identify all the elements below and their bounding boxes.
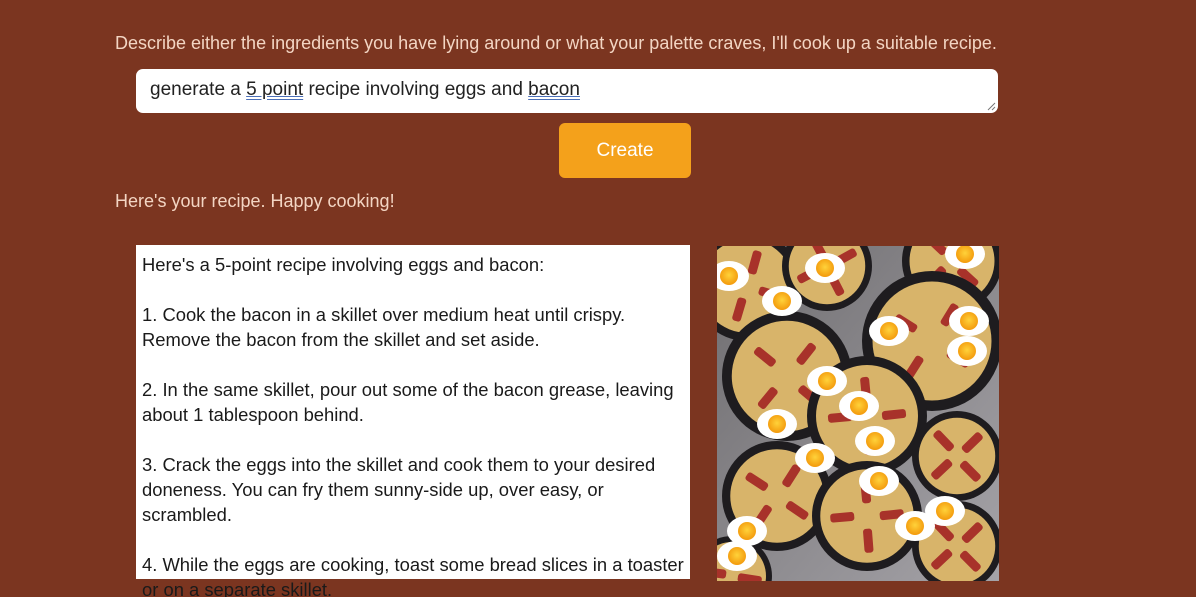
recipe-line: scrambled. [142, 504, 232, 525]
input-text-segment: generate a [150, 79, 247, 100]
recipe-line: Remove the bacon from the skillet and se… [142, 329, 540, 350]
recipe-line: Here's a 5-point recipe involving eggs a… [142, 254, 545, 275]
input-text-spellcheck-segment: bacon [528, 79, 580, 100]
recipe-line: 2. In the same skillet, pour out some of… [142, 379, 674, 400]
recipe-line: 3. Crack the eggs into the skillet and c… [142, 454, 656, 475]
recipe-output-text: Here's a 5-point recipe involving eggs a… [142, 252, 687, 597]
eggs-bacon-skillet-illustration [717, 246, 999, 581]
recipe-food-image [717, 246, 999, 581]
recipe-line: about 1 tablespoon behind. [142, 404, 364, 425]
create-button[interactable]: Create [559, 123, 691, 178]
recipe-line: doneness. You can fry them sunny-side up… [142, 479, 604, 500]
recipe-line: 1. Cook the bacon in a skillet over medi… [142, 304, 626, 325]
input-text-spellcheck-segment: 5 point [246, 79, 304, 100]
resize-handle-icon[interactable] [987, 102, 996, 111]
recipe-line: 4. While the eggs are cooking, toast som… [142, 554, 684, 575]
recipe-prompt-input[interactable]: generate a 5 point recipe involving eggs… [136, 69, 998, 113]
input-text-segment: recipe involving eggs and [303, 79, 529, 100]
result-label: Here's your recipe. Happy cooking! [115, 191, 395, 211]
recipe-line: or on a separate skillet. [142, 579, 333, 597]
prompt-label: Describe either the ingredients you have… [115, 33, 997, 53]
